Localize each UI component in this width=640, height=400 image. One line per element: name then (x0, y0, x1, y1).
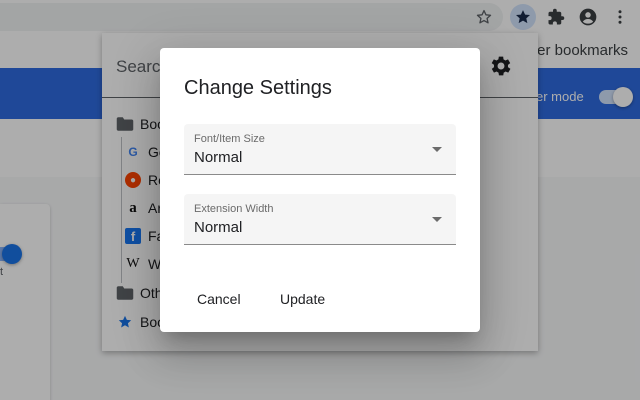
cancel-button[interactable]: Cancel (197, 288, 241, 310)
font-size-value: Normal (194, 149, 243, 166)
extension-width-label: Extension Width (194, 203, 274, 215)
font-size-select[interactable]: Font/Item Size Normal (184, 124, 456, 175)
change-settings-dialog: Change Settings Font/Item Size Normal Ex… (160, 48, 480, 332)
dropdown-arrow-icon (432, 217, 442, 222)
extension-width-value: Normal (194, 219, 243, 236)
extension-width-select[interactable]: Extension Width Normal (184, 194, 456, 245)
update-button[interactable]: Update (280, 288, 325, 310)
font-size-label: Font/Item Size (194, 133, 265, 145)
dropdown-arrow-icon (432, 147, 442, 152)
dialog-title: Change Settings (184, 77, 332, 99)
